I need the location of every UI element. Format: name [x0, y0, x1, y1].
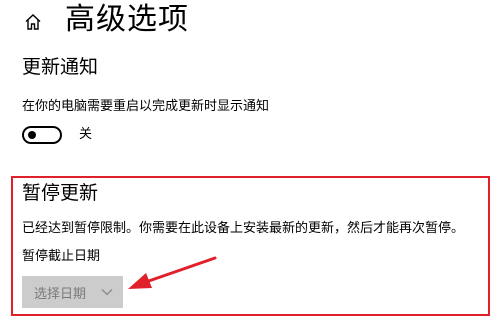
pause-deadline-label: 暂停截止日期: [22, 249, 101, 264]
home-icon: [25, 14, 41, 30]
home-button[interactable]: [18, 8, 48, 36]
pause-limit-message: 已经达到暂停限制。你需要在此设备上安装最新的更新，然后才能再次暂停。: [22, 221, 465, 236]
restart-notification-description: 在你的电脑需要重启以完成更新时显示通知: [22, 99, 270, 114]
date-select-placeholder: 选择日期: [34, 286, 87, 302]
pause-updates-heading: 暂停更新: [22, 182, 99, 204]
toggle-state-label: 关: [79, 127, 93, 142]
pause-date-select[interactable]: 选择日期: [22, 276, 123, 308]
toggle-knob: [28, 131, 36, 139]
chevron-down-icon: [101, 289, 113, 296]
update-notifications-heading: 更新通知: [22, 56, 99, 78]
page-title: 高级选项: [65, 2, 189, 37]
restart-notification-toggle[interactable]: [22, 126, 62, 144]
